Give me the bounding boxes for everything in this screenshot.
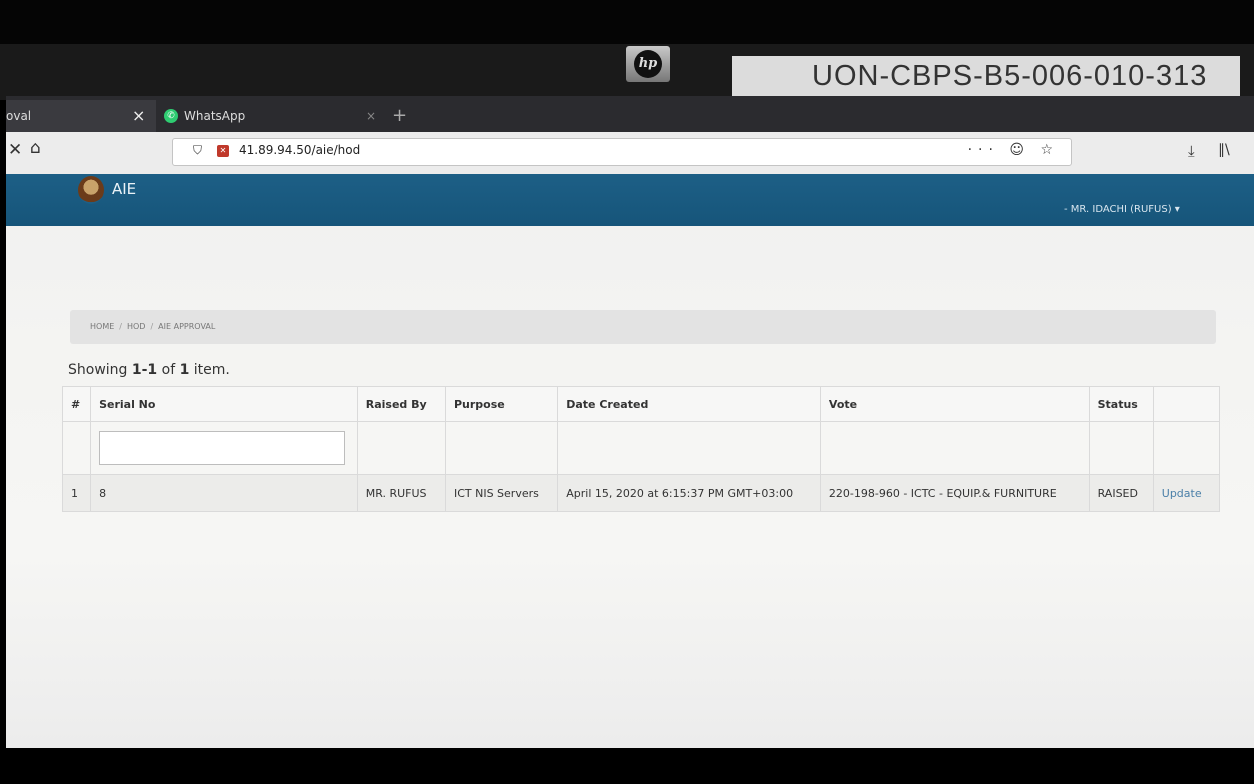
stop-icon[interactable]: ✕ bbox=[8, 140, 22, 160]
column-header-vote[interactable]: Vote bbox=[819, 386, 1090, 422]
column-header-raised-by[interactable]: Raised By bbox=[356, 386, 446, 422]
summary-total: 1 bbox=[179, 362, 190, 378]
grid-summary: Showing 1-1 of 1 item. bbox=[68, 362, 230, 378]
home-icon[interactable]: ⌂ bbox=[30, 138, 41, 158]
new-tab-button[interactable]: + bbox=[392, 100, 407, 132]
monitor-bezel: hp UON-CBPS-B5-006-010-313 bbox=[0, 0, 1254, 100]
filter-cell bbox=[557, 421, 821, 475]
cell-status: RAISED bbox=[1088, 474, 1154, 512]
filter-cell bbox=[1152, 421, 1221, 475]
library-icon[interactable]: ∥\ bbox=[1218, 142, 1230, 158]
cell-raised-by: MR. RUFUS bbox=[356, 474, 446, 512]
navigation-toolbar: ✕ ⌂ ⛉ ✕ 41.89.94.50/aie/hod ··· ☺ ☆ ⤓ ∥\ bbox=[6, 132, 1254, 174]
tab-close-icon[interactable]: × bbox=[132, 100, 145, 132]
cell-vote: 220-198-960 - ICTC - EQUIP.& FURNITURE bbox=[819, 474, 1090, 512]
header-row: # Serial No Raised By Purpose Date Creat… bbox=[61, 386, 1221, 422]
filter-cell bbox=[61, 421, 92, 475]
row-number: 1 bbox=[61, 474, 92, 512]
summary-range: 1-1 bbox=[131, 362, 158, 378]
url-text[interactable]: 41.89.94.50/aie/hod bbox=[239, 143, 360, 157]
user-menu-dropdown[interactable]: - MR. IDACHI (RUFUS) ▾ bbox=[1064, 204, 1180, 215]
tab-bar: oval × ✆ WhatsApp × + bbox=[6, 96, 1254, 132]
column-header-date-created[interactable]: Date Created bbox=[557, 386, 821, 422]
summary-middle: of bbox=[157, 362, 180, 378]
download-icon[interactable]: ⤓ bbox=[1188, 142, 1195, 160]
filter-cell bbox=[819, 421, 1090, 475]
whatsapp-icon: ✆ bbox=[164, 109, 178, 123]
insecure-lock-icon[interactable]: ✕ bbox=[217, 145, 229, 157]
breadcrumb: HOME / HOD / AIE APPROVAL bbox=[70, 310, 1216, 344]
update-link[interactable]: Update bbox=[1162, 487, 1202, 500]
cell-purpose: ICT NIS Servers bbox=[444, 474, 559, 512]
asset-tag-label: UON-CBPS-B5-006-010-313 bbox=[732, 56, 1240, 96]
serial-no-filter-input[interactable] bbox=[99, 431, 346, 465]
cell-serial-no: 8 bbox=[90, 474, 358, 512]
filter-row bbox=[61, 421, 1221, 475]
breadcrumb-separator: / bbox=[119, 322, 122, 331]
photo-bottom-band bbox=[0, 748, 1254, 784]
table-row: 1 8 MR. RUFUS ICT NIS Servers April 15, … bbox=[61, 474, 1221, 512]
filter-cell bbox=[90, 421, 358, 475]
cell-date-created: April 15, 2020 at 6:15:37 PM GMT+03:00 bbox=[557, 474, 821, 512]
breadcrumb-home[interactable]: HOME bbox=[90, 310, 114, 344]
column-header-action bbox=[1152, 386, 1221, 422]
hp-logo-text: hp bbox=[634, 50, 662, 78]
column-header-status[interactable]: Status bbox=[1088, 386, 1154, 422]
tab-label: WhatsApp bbox=[184, 109, 246, 123]
column-header-purpose[interactable]: Purpose bbox=[444, 386, 559, 422]
filter-cell bbox=[356, 421, 446, 475]
breadcrumb-separator: / bbox=[150, 322, 154, 331]
aie-grid-table: # Serial No Raised By Purpose Date Creat… bbox=[61, 386, 1221, 512]
tracking-shield-icon[interactable]: ⛉ bbox=[193, 143, 202, 158]
cell-action: Update bbox=[1152, 474, 1221, 512]
filter-cell bbox=[1088, 421, 1154, 475]
column-header-serial-no[interactable]: Serial No bbox=[90, 386, 358, 422]
tab-close-icon[interactable]: × bbox=[366, 100, 376, 132]
filter-cell bbox=[444, 421, 559, 475]
university-crest-logo[interactable] bbox=[78, 176, 104, 204]
page-actions-icon[interactable]: ··· ☺ ☆ bbox=[968, 142, 1059, 158]
summary-suffix: item. bbox=[189, 362, 230, 378]
hp-logo: hp bbox=[626, 46, 670, 82]
tab-aie[interactable]: oval × bbox=[6, 100, 156, 132]
browser-window: oval × ✆ WhatsApp × + ✕ ⌂ ⛉ ✕ 41.89.94.5… bbox=[6, 96, 1254, 748]
column-header-number: # bbox=[61, 386, 92, 422]
tab-whatsapp[interactable]: ✆ WhatsApp × bbox=[158, 100, 414, 132]
tab-label: oval bbox=[6, 109, 32, 123]
address-bar[interactable]: ⛉ ✕ 41.89.94.50/aie/hod ··· ☺ ☆ bbox=[172, 138, 1072, 166]
breadcrumb-current: AIE APPROVAL bbox=[158, 322, 216, 331]
breadcrumb-hod[interactable]: HOD bbox=[127, 310, 145, 344]
app-brand[interactable]: AIE bbox=[112, 180, 136, 198]
app-navbar: AIE - MR. IDACHI (RUFUS) ▾ bbox=[6, 174, 1254, 226]
summary-prefix: Showing bbox=[68, 362, 132, 378]
